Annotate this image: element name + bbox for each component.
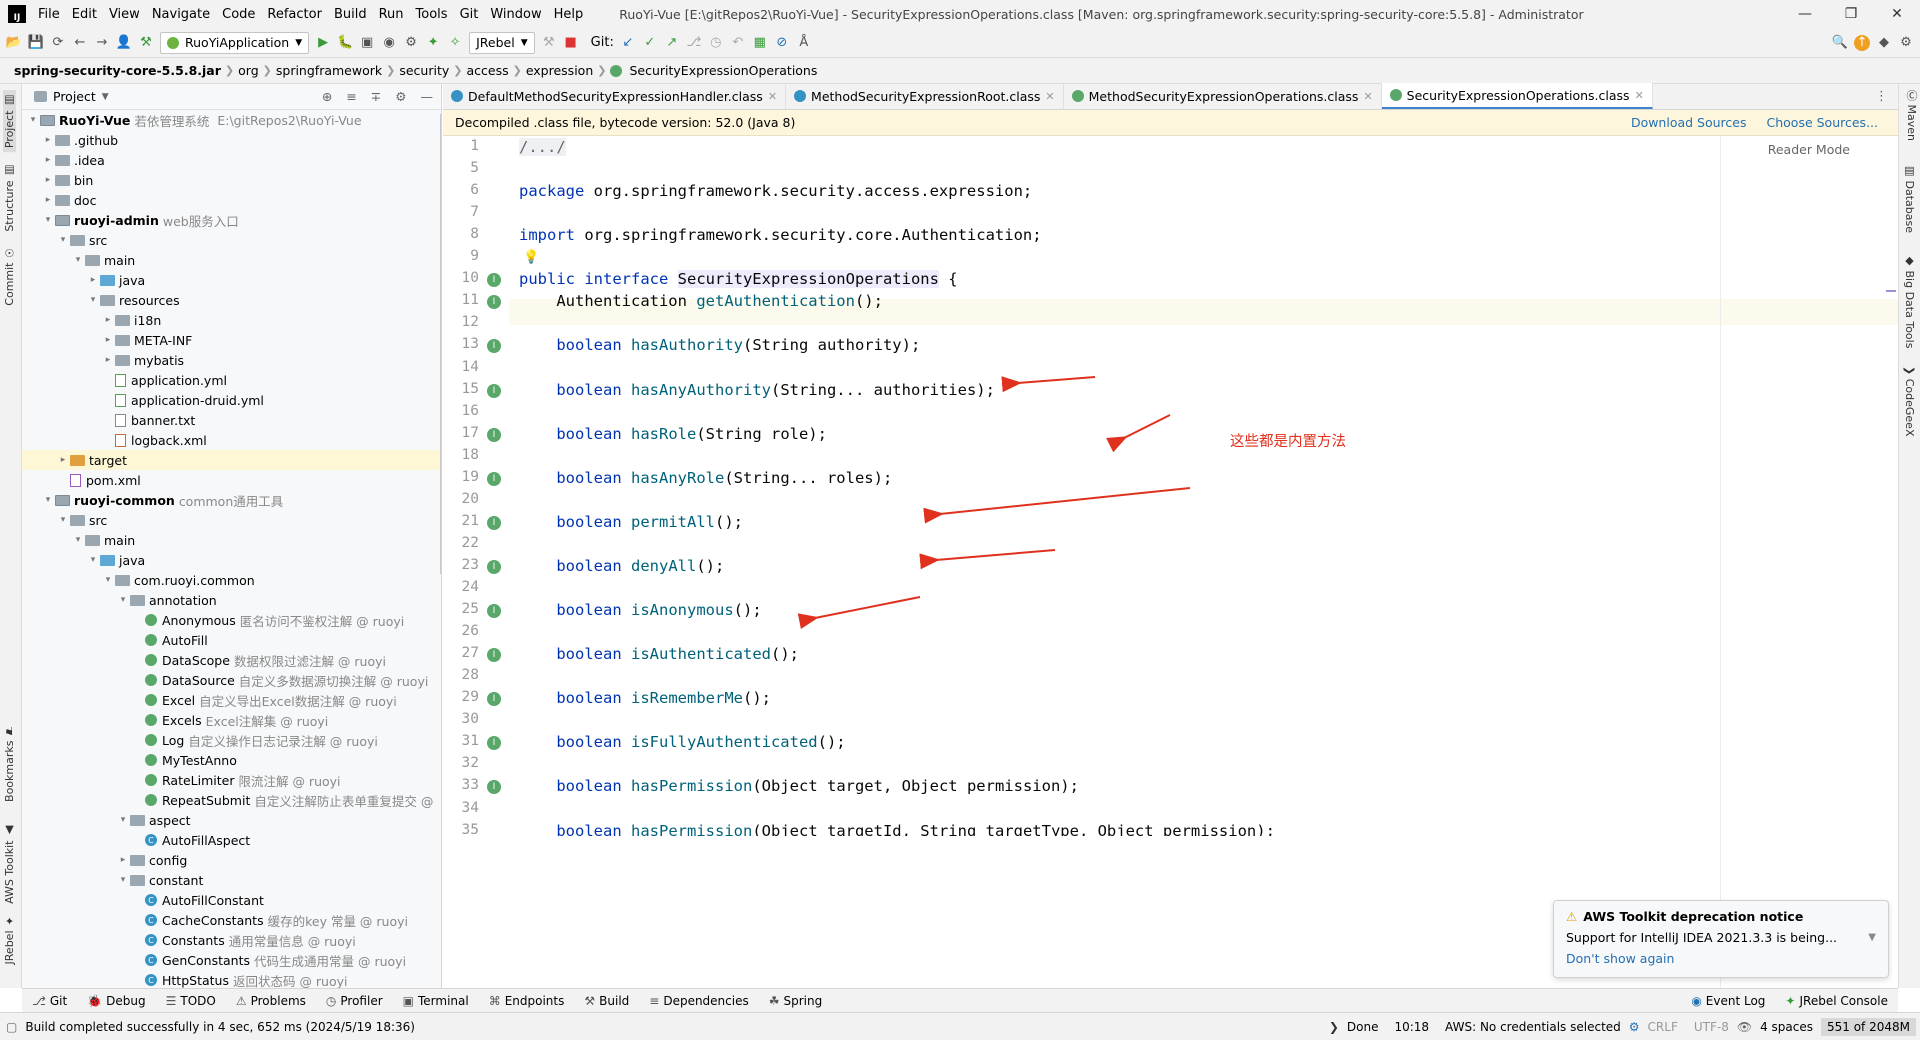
- tool-window-git[interactable]: ⎇ Git: [22, 994, 77, 1008]
- arrow-has-authority: [1001, 376, 1096, 393]
- status-toggle-icon[interactable]: ▢: [6, 1020, 17, 1034]
- tool-window-label: Terminal: [417, 993, 469, 1008]
- todo-icon: ☰: [165, 993, 177, 1008]
- aws-credentials[interactable]: AWS: No credentials selected: [1437, 1020, 1629, 1034]
- tool-window-label: TODO: [180, 993, 216, 1008]
- tool-window-todo[interactable]: ☰ TODO: [156, 994, 226, 1008]
- warning-icon: ⚠: [1566, 909, 1578, 924]
- arrow-has-any-role: [919, 549, 1056, 570]
- tool-window-label: Debug: [106, 993, 146, 1008]
- tool-window-spring[interactable]: ☘ Spring: [759, 994, 833, 1008]
- tool-window-profiler[interactable]: ◷ Profiler: [316, 994, 393, 1008]
- git-icon: ⎇: [32, 993, 46, 1008]
- status-bar: ▢ Build completed successfully in 4 sec,…: [0, 1012, 1920, 1040]
- problems-icon: ⚠: [235, 993, 247, 1008]
- event-log-icon: ◉: [1691, 993, 1702, 1008]
- annotation-arrows: [797, 376, 1191, 629]
- tool-window-build[interactable]: ⚒ Build: [574, 994, 639, 1008]
- aws-notification: ⚠ AWS Toolkit deprecation notice Support …: [1553, 900, 1889, 978]
- tool-window-dependencies[interactable]: ≡ Dependencies: [639, 994, 758, 1008]
- jrebel-icon: ✦: [1785, 993, 1796, 1008]
- memory-indicator[interactable]: 551 of 2048M: [1820, 1017, 1916, 1036]
- line-separator[interactable]: CRLF: [1640, 1020, 1686, 1034]
- arrow-has-any-authority: [1106, 414, 1171, 453]
- build-icon: ⚒: [584, 993, 596, 1008]
- tool-window-label: Profiler: [340, 993, 383, 1008]
- spring-icon: ☘: [768, 993, 780, 1008]
- tool-window-label: Build: [599, 993, 630, 1008]
- dont-show-again-link[interactable]: Don't show again: [1566, 951, 1876, 966]
- tool-window-label: Problems: [250, 993, 306, 1008]
- terminal-icon: ▣: [402, 993, 414, 1008]
- jrebel-console-button[interactable]: ✦ JRebel Console: [1775, 994, 1898, 1008]
- tool-window-bar: ⎇ Git 🐞 Debug ☰ TODO ⚠ Problems ◷ Profiler ▣ Termin…: [22, 988, 1898, 1012]
- arrow-permit-all: [797, 596, 921, 629]
- debug-icon: 🐞: [87, 993, 103, 1008]
- read-only-icon[interactable]: 👁: [1737, 1020, 1752, 1034]
- event-log-button[interactable]: ◉ Event Log: [1681, 994, 1775, 1008]
- codegeex-status-icon[interactable]: ❯: [1329, 1020, 1339, 1034]
- tool-window-debug[interactable]: 🐞 Debug: [77, 994, 155, 1008]
- indent-setting[interactable]: 4 spaces: [1752, 1020, 1821, 1034]
- tool-window-problems[interactable]: ⚠ Problems: [226, 994, 316, 1008]
- tool-window-label: Git: [49, 993, 68, 1008]
- dependencies-icon: ≡: [649, 993, 660, 1008]
- aws-icon[interactable]: ⚙: [1629, 1020, 1640, 1034]
- annotation-note: 这些都是内置方法: [1230, 434, 1346, 450]
- endpoints-icon: ⌘: [488, 993, 501, 1008]
- tool-window-label: Endpoints: [504, 993, 565, 1008]
- file-encoding[interactable]: UTF-8: [1686, 1020, 1737, 1034]
- tool-window-label: Spring: [783, 993, 823, 1008]
- notification-title: AWS Toolkit deprecation notice: [1583, 909, 1804, 924]
- memory-total: of 2048M: [1853, 1019, 1910, 1034]
- tool-window-buttons: ⎇ Git 🐞 Debug ☰ TODO ⚠ Problems ◷ Profiler ▣ Termin…: [22, 994, 832, 1008]
- codegeex-status[interactable]: Done: [1339, 1020, 1387, 1034]
- memory-used: 551: [1826, 1019, 1850, 1034]
- profiler-icon: ◷: [325, 993, 337, 1008]
- tool-window-endpoints[interactable]: ⌘ Endpoints: [479, 994, 575, 1008]
- chevron-down-icon[interactable]: ▼: [1868, 932, 1876, 943]
- build-status-message[interactable]: Build completed successfully in 4 sec, 6…: [17, 1020, 423, 1034]
- tool-window-terminal[interactable]: ▣ Terminal: [393, 994, 479, 1008]
- notification-body: Support for IntelliJ IDEA 2021.3.3 is be…: [1566, 930, 1838, 945]
- caret-position[interactable]: 10:18: [1386, 1020, 1437, 1034]
- arrow-has-role: [923, 487, 1191, 524]
- tool-window-label: Dependencies: [663, 993, 749, 1008]
